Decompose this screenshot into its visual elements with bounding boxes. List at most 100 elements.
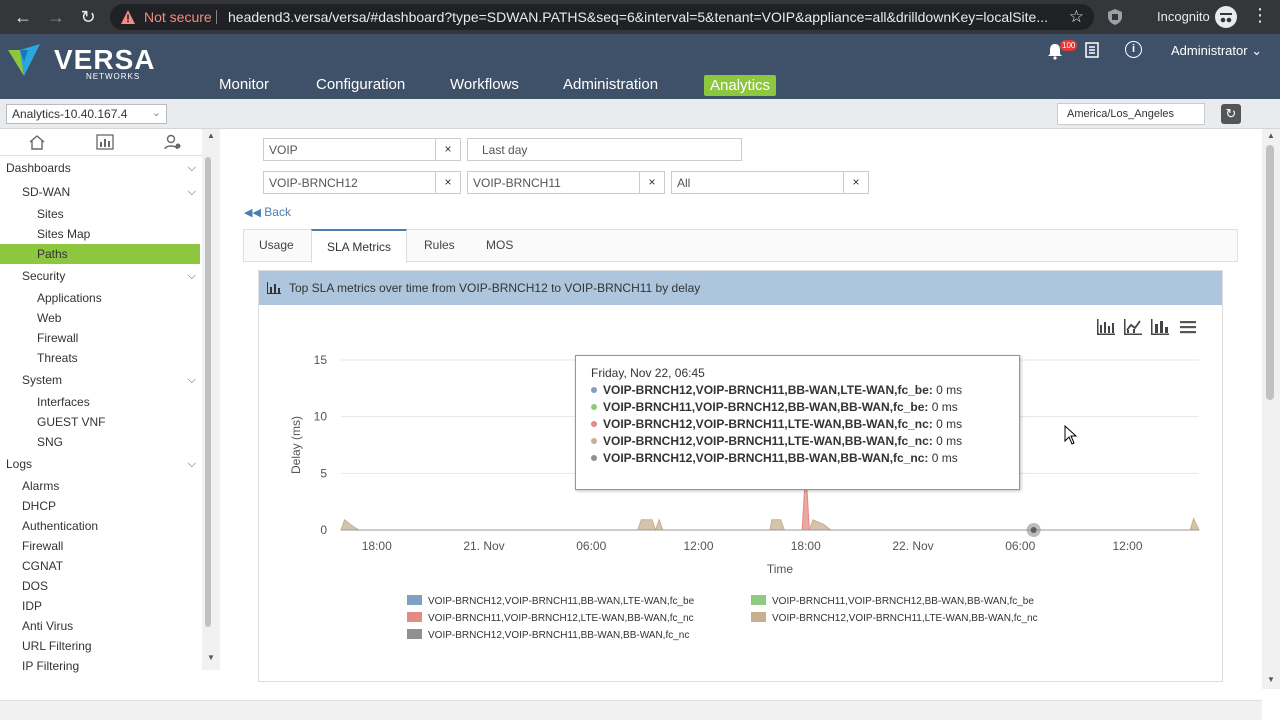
- page-scroll-thumb[interactable]: [1266, 145, 1274, 400]
- sidebar-item-system[interactable]: System ⌵: [0, 368, 200, 392]
- sidebar-item-sites[interactable]: Sites: [0, 204, 200, 224]
- page-scrollbar[interactable]: ▲ ▼: [1262, 129, 1280, 689]
- tooltip-row: VOIP-BRNCH12,VOIP-BRNCH11,BB-WAN,LTE-WAN…: [591, 382, 1004, 399]
- sidebar-item-logs[interactable]: Logs ⌵: [0, 452, 200, 476]
- sidebar-item-idp[interactable]: IDP: [0, 596, 200, 616]
- scroll-down-icon[interactable]: ▼: [1267, 675, 1275, 684]
- clear-tenant-button[interactable]: ×: [435, 138, 461, 161]
- sidebar-item-sng[interactable]: SNG: [0, 432, 200, 452]
- panel-title: Top SLA metrics over time from VOIP-BRNC…: [289, 281, 701, 295]
- incognito-icon[interactable]: [1215, 6, 1237, 28]
- legend-item: VOIP-BRNCH12,VOIP-BRNCH11,BB-WAN,LTE-WAN…: [428, 596, 695, 607]
- forward-arrow-icon[interactable]: →: [45, 6, 67, 28]
- y-tick-label: 10: [314, 410, 328, 424]
- clear-source-button[interactable]: ×: [435, 171, 461, 194]
- sidebar-item-cgnat[interactable]: CGNAT: [0, 556, 200, 576]
- back-link[interactable]: ◀◀ Back: [244, 205, 291, 219]
- sidebar-item-dashboards[interactable]: Dashboards ⌵: [0, 156, 200, 180]
- scroll-down-icon[interactable]: ▼: [207, 653, 215, 662]
- address-bar[interactable]: Not secure headend3.versa/versa/#dashboa…: [110, 4, 1094, 30]
- tab-rules[interactable]: Rules: [424, 238, 455, 252]
- chevron-down-icon[interactable]: ⌵: [188, 156, 196, 180]
- user-settings-icon[interactable]: [164, 134, 182, 150]
- info-icon[interactable]: i: [1125, 41, 1142, 58]
- sidebar-item-dos[interactable]: DOS: [0, 576, 200, 596]
- clear-path-button[interactable]: ×: [843, 171, 869, 194]
- nav-administration[interactable]: Administration: [563, 76, 658, 93]
- tenant-filter[interactable]: VOIP: [263, 138, 436, 161]
- x-tick-label: 06:00: [576, 539, 606, 553]
- x-tick-label: 18:00: [791, 539, 821, 553]
- not-secure-label: Not secure: [144, 9, 212, 25]
- mouse-cursor-icon: [1064, 425, 1078, 445]
- sidebar-item-alarms[interactable]: Alarms: [0, 476, 200, 496]
- sidebar-scrollbar[interactable]: ▲ ▼: [202, 129, 220, 670]
- tab-usage[interactable]: Usage: [259, 238, 294, 252]
- browser-toolbar: ← → ↻ Not secure headend3.versa/versa/#d…: [0, 0, 1280, 34]
- time-range-filter[interactable]: Last day: [467, 138, 742, 161]
- tab-mos[interactable]: MOS: [486, 238, 513, 252]
- scroll-up-icon[interactable]: ▲: [1267, 131, 1275, 140]
- versa-logo: VERSA NETWORKS: [6, 40, 154, 81]
- series-dot-icon: [591, 387, 597, 393]
- horizontal-scrollbar[interactable]: [0, 700, 1262, 720]
- tooltip-series-value: 0 ms: [936, 417, 963, 431]
- shield-extension-icon[interactable]: [1106, 8, 1124, 26]
- sidebar-scroll-thumb[interactable]: [205, 157, 211, 627]
- browser-menu-icon[interactable]: ⋮: [1251, 5, 1269, 26]
- chart-panel: Top SLA metrics over time from VOIP-BRNC…: [258, 270, 1223, 682]
- home-icon[interactable]: [28, 134, 46, 150]
- back-arrow-icon[interactable]: ←: [12, 6, 34, 28]
- x-tick-label: 21. Nov: [463, 539, 504, 553]
- url-text[interactable]: headend3.versa/versa/#dashboard?type=SDW…: [228, 9, 1048, 25]
- path-filter[interactable]: All: [671, 171, 844, 194]
- sidebar-item-authentication[interactable]: Authentication: [0, 516, 200, 536]
- sidebar-item-label: Web: [37, 311, 62, 325]
- versa-mark-icon: [8, 44, 40, 76]
- tab-sla-metrics[interactable]: SLA Metrics: [311, 229, 408, 263]
- sidebar-item-guest-vnf[interactable]: GUEST VNF: [0, 412, 200, 432]
- sidebar-item-threats[interactable]: Threats: [0, 348, 200, 368]
- nav-analytics[interactable]: Analytics: [704, 75, 777, 96]
- chevron-down-icon[interactable]: ⌵: [188, 368, 196, 392]
- destination-site-filter[interactable]: VOIP-BRNCH11: [467, 171, 640, 194]
- nav-monitor[interactable]: Monitor: [219, 76, 269, 93]
- refresh-button[interactable]: ↻: [1221, 104, 1241, 124]
- sidebar-item-applications[interactable]: Applications: [0, 288, 200, 308]
- chevron-down-icon[interactable]: ⌵: [188, 180, 196, 204]
- document-list-icon[interactable]: [1085, 42, 1099, 58]
- sidebar-item-anti-virus[interactable]: Anti Virus: [0, 616, 200, 636]
- timezone-field[interactable]: America/Los_Angeles: [1057, 103, 1205, 125]
- sidebar-item-dhcp[interactable]: DHCP: [0, 496, 200, 516]
- sidebar-item-firewall[interactable]: Firewall: [0, 328, 200, 348]
- nav-configuration[interactable]: Configuration: [316, 76, 405, 93]
- sidebar-item-paths[interactable]: Paths: [0, 244, 200, 264]
- sidebar-item-url-filtering[interactable]: URL Filtering: [0, 636, 200, 656]
- sidebar-item-firewall[interactable]: Firewall: [0, 536, 200, 556]
- nav-workflows[interactable]: Workflows: [450, 76, 519, 93]
- sidebar-item-label: Alarms: [22, 479, 60, 493]
- legend-item: VOIP-BRNCH12,VOIP-BRNCH11,BB-WAN,BB-WAN,…: [428, 630, 689, 641]
- bookmark-star-icon[interactable]: ☆: [1069, 7, 1084, 27]
- sidebar-item-ip-filtering[interactable]: IP Filtering: [0, 656, 200, 676]
- user-name: Administrator: [1171, 43, 1248, 58]
- sidebar-item-sites-map[interactable]: Sites Map: [0, 224, 200, 244]
- clear-destination-button[interactable]: ×: [639, 171, 665, 194]
- tooltip-row: VOIP-BRNCH12,VOIP-BRNCH11,BB-WAN,BB-WAN,…: [591, 450, 1004, 467]
- appliance-select[interactable]: Analytics-10.40.167.4 ⌄: [6, 104, 167, 124]
- legend-swatch: [751, 595, 766, 605]
- sidebar-item-interfaces[interactable]: Interfaces: [0, 392, 200, 412]
- bar-chart-icon[interactable]: [96, 134, 114, 150]
- sidebar-item-web[interactable]: Web: [0, 308, 200, 328]
- source-site-filter[interactable]: VOIP-BRNCH12: [263, 171, 436, 194]
- sidebar-item-label: Logs: [6, 457, 33, 471]
- chevron-down-icon[interactable]: ⌵: [188, 452, 196, 476]
- sidebar-item-security[interactable]: Security ⌵: [0, 264, 200, 288]
- y-tick-label: 15: [314, 353, 328, 367]
- user-menu[interactable]: Administrator ⌄: [1171, 43, 1262, 59]
- scroll-up-icon[interactable]: ▲: [207, 131, 215, 140]
- sidebar-item-label: IP Filtering: [22, 659, 80, 673]
- sidebar-item-sd-wan[interactable]: SD-WAN ⌵: [0, 180, 200, 204]
- reload-icon[interactable]: ↻: [77, 6, 99, 28]
- chevron-down-icon[interactable]: ⌵: [188, 264, 196, 288]
